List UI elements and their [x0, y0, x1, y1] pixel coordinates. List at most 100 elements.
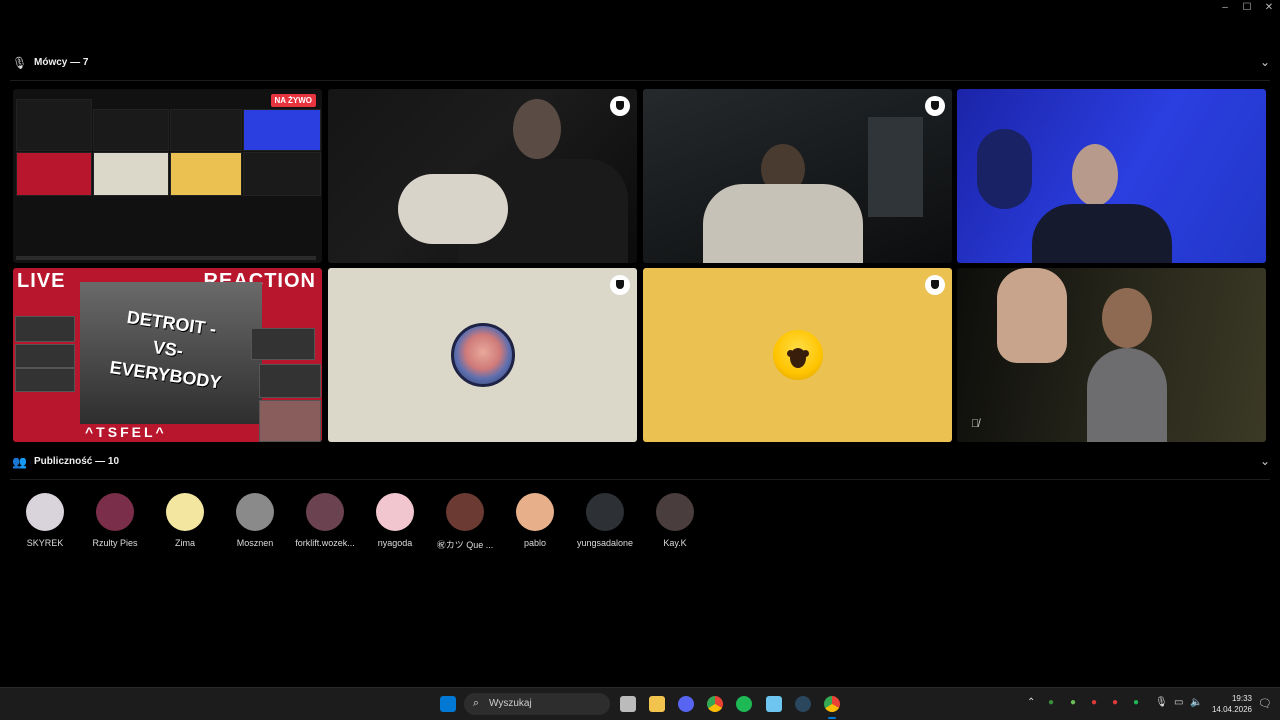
shield-icon — [610, 96, 630, 116]
window-controls: – ☐ ✕ — [1214, 0, 1280, 16]
audience-member[interactable]: Kay.K — [640, 493, 710, 548]
chevron-down-icon[interactable]: ⌄ — [1260, 454, 1270, 468]
avatar — [166, 493, 204, 531]
shelf — [868, 117, 923, 217]
signature-text: ^TSFEL^ — [85, 424, 167, 440]
user-avatar — [450, 323, 515, 387]
tray-app-icon[interactable]: ● — [1091, 697, 1097, 708]
audience-member[interactable]: forklift.wozek... — [290, 493, 360, 548]
spotify-icon[interactable] — [736, 696, 752, 712]
chrome-icon[interactable] — [824, 696, 840, 712]
audience-member[interactable]: nyagoda — [360, 493, 430, 548]
taskbar: ⌕ Wyszukaj ⌃ ● ● ● ● ● 🎙 ▭ 🔈 19:33 14.04… — [0, 687, 1280, 720]
poster-text: DETROIT -VS- EVERYBODY — [108, 307, 223, 393]
audience-member[interactable]: Mosznen — [220, 493, 290, 548]
microphone-icon: 🎙 — [12, 56, 28, 70]
audience-member-name: pablo — [523, 538, 547, 548]
active-app-indicator — [828, 717, 836, 719]
stream-tile-emoji-avatar[interactable] — [643, 268, 952, 442]
network-icon[interactable]: ▭ — [1174, 697, 1183, 708]
muted-microphone-icon: 🎙̸ — [971, 418, 980, 430]
mini-tile — [16, 99, 92, 151]
avatar — [656, 493, 694, 531]
speakers-title: Mówcy — 7 — [34, 57, 89, 68]
speakers-header[interactable]: 🎙 Mówcy — 7 ⌄ — [0, 53, 1280, 75]
stream-tile-avatar[interactable] — [328, 268, 637, 442]
scream-emoji-avatar — [772, 330, 823, 380]
person-head — [513, 99, 561, 159]
audience-member[interactable]: pablo — [500, 493, 570, 548]
file-explorer-icon[interactable] — [649, 696, 665, 712]
mini-tile — [170, 152, 242, 196]
avatar — [446, 493, 484, 531]
clock-date: 14.04.2026 — [1211, 705, 1252, 714]
live-text: LIVE — [17, 270, 66, 292]
mini-tile — [243, 109, 321, 151]
emoji-mouth — [789, 347, 806, 368]
close-button[interactable]: ✕ — [1258, 0, 1280, 16]
chevron-up-icon[interactable]: ⌃ — [1027, 697, 1035, 708]
audience-title: Publiczność — 10 — [34, 456, 120, 467]
avatar — [236, 493, 274, 531]
search-box[interactable]: ⌕ Wyszukaj — [464, 693, 610, 715]
side-cam — [259, 364, 321, 398]
stream-tile-webcam-1[interactable] — [328, 89, 637, 263]
audience-member-name: SKYREK — [26, 538, 64, 548]
chevron-down-icon[interactable]: ⌄ — [1260, 55, 1270, 69]
stream-tile-webcam-2[interactable] — [643, 89, 952, 263]
audience-member[interactable]: Rzulty Pies — [80, 493, 150, 548]
audience-header[interactable]: 👥 Publiczność — 10 ⌄ — [0, 452, 1280, 474]
minimize-button[interactable]: – — [1214, 0, 1236, 16]
person-body — [1032, 204, 1172, 263]
mini-tile — [243, 152, 321, 196]
divider — [10, 479, 1270, 480]
audience-member-name: nyagoda — [377, 538, 413, 548]
person-body — [1087, 348, 1167, 442]
shield-icon — [610, 275, 630, 295]
tray-app-icon[interactable]: ● — [1112, 697, 1118, 708]
audience-member-name: Rzulty Pies — [92, 538, 138, 548]
volume-icon[interactable]: 🔈 — [1190, 697, 1202, 708]
person-body — [703, 184, 863, 263]
side-cam — [259, 400, 321, 442]
microphone — [977, 129, 1032, 209]
steam-icon[interactable] — [795, 696, 811, 712]
side-cam — [15, 316, 75, 342]
audience-member[interactable]: SKYREK — [10, 493, 80, 548]
audience-member[interactable]: ㊗カツ Que ... — [430, 493, 500, 551]
person-head — [1072, 144, 1118, 206]
search-icon: ⌕ — [473, 697, 480, 709]
people-icon: 👥 — [12, 455, 27, 469]
stream-tile-screenshare[interactable]: NA ŻYWO — [13, 89, 322, 263]
avatar — [26, 493, 64, 531]
discord-icon[interactable] — [678, 696, 694, 712]
person-head — [1102, 288, 1152, 348]
audience-member-name: ㊗カツ Que ... — [436, 540, 494, 550]
clock-time: 19:33 — [1231, 694, 1252, 703]
audience-member[interactable]: yungsadalone — [570, 493, 640, 548]
windows-start-icon[interactable] — [440, 696, 456, 712]
stream-tile-live-reaction[interactable]: LIVE REACTION DETROIT -VS- EVERYBODY ^TS… — [13, 268, 322, 442]
notepad-icon[interactable] — [766, 696, 782, 712]
spotify-tray-icon[interactable]: ● — [1133, 697, 1139, 708]
mini-taskbar — [16, 256, 316, 260]
avatar — [96, 493, 134, 531]
avatar — [376, 493, 414, 531]
blanket — [398, 174, 508, 244]
clock[interactable]: 19:33 14.04.2026 — [1212, 693, 1252, 715]
microphone-icon[interactable]: 🎙 — [1155, 697, 1168, 708]
chrome-icon[interactable] — [707, 696, 723, 712]
maximize-button[interactable]: ☐ — [1236, 0, 1258, 16]
avatar — [516, 493, 554, 531]
avatar — [306, 493, 344, 531]
audience-member[interactable]: Zima — [150, 493, 220, 548]
shield-icon — [925, 275, 945, 295]
search-placeholder: Wyszukaj — [489, 698, 532, 709]
stream-tile-webcam-3[interactable] — [957, 89, 1266, 263]
audience-member-name: Mosznen — [236, 538, 274, 548]
tray-app-icon[interactable]: ● — [1048, 697, 1054, 708]
task-view-icon[interactable] — [620, 696, 636, 712]
stream-tile-webcam-4[interactable]: 🎙̸ — [957, 268, 1266, 442]
notification-icon[interactable]: 🗨 — [1258, 697, 1272, 710]
tray-app-icon[interactable]: ● — [1070, 697, 1076, 708]
